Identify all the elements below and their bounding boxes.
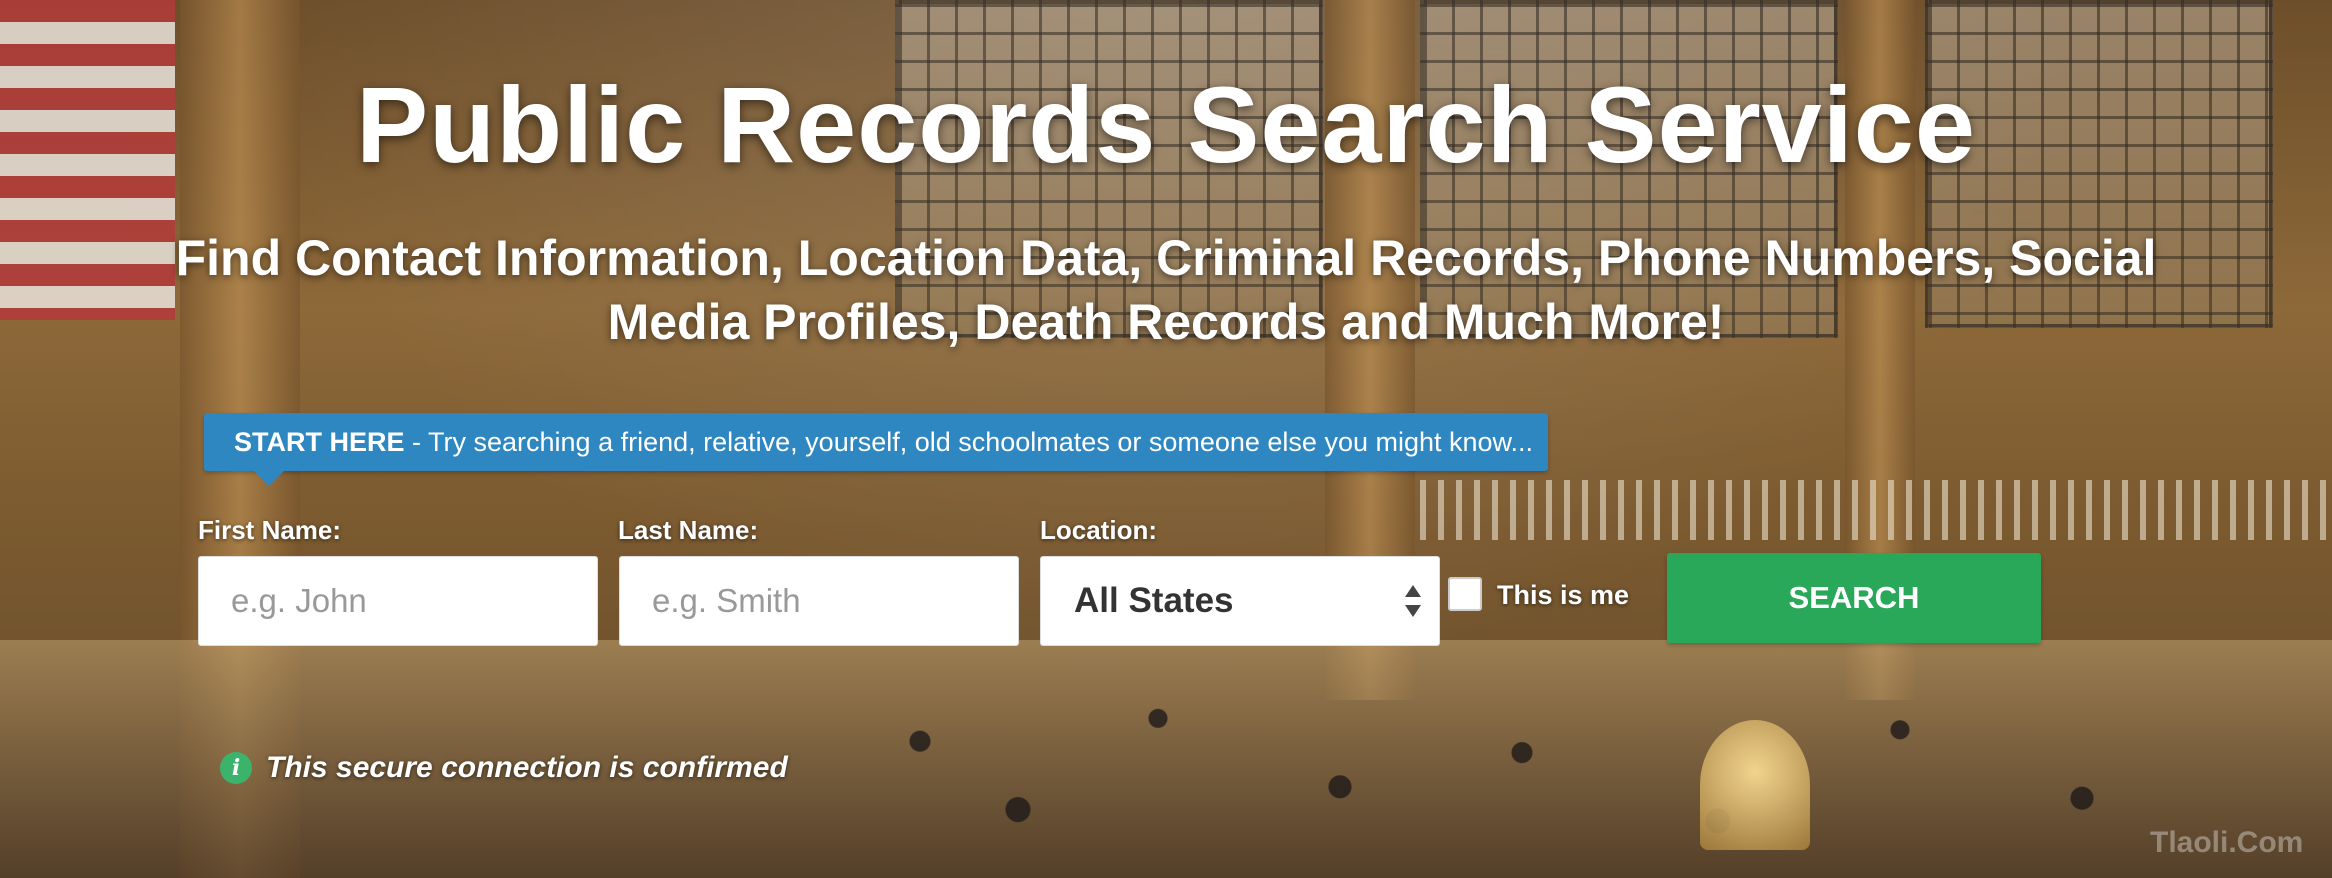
info-icon: i — [220, 752, 252, 784]
location-selected-value: All States — [1074, 581, 1234, 620]
this-is-me-label: This is me — [1497, 580, 1630, 610]
banner-lead-text: START HERE — [234, 427, 405, 457]
page-title: Public Records Search Service — [356, 64, 1976, 185]
page-subtitle: Find Contact Information, Location Data,… — [175, 230, 2157, 350]
secure-connection-text: This secure connection is confirmed — [266, 751, 788, 784]
location-select[interactable]: All States — [1040, 556, 1440, 646]
first-name-label: First Name: — [198, 515, 342, 545]
banner-body-text: - Try searching a friend, relative, your… — [404, 427, 1534, 457]
hero-section: Public Records Search Service Find Conta… — [0, 0, 2332, 878]
first-name-input[interactable] — [198, 556, 598, 646]
last-name-input[interactable] — [619, 556, 1019, 646]
this-is-me-checkbox[interactable] — [1448, 577, 1482, 611]
select-arrows-icon — [1405, 583, 1423, 619]
watermark: Tlaoli.Com — [2150, 826, 2304, 859]
start-here-banner: START HERE - Try searching a friend, rel… — [204, 413, 1548, 471]
secure-connection-notice: i This secure connection is confirmed — [220, 751, 788, 785]
location-label: Location: — [1040, 515, 1157, 545]
last-name-label: Last Name: — [618, 515, 759, 545]
search-button[interactable]: SEARCH — [1667, 553, 2041, 643]
hero-content: Public Records Search Service Find Conta… — [0, 0, 2332, 878]
banner-pointer — [254, 471, 284, 486]
